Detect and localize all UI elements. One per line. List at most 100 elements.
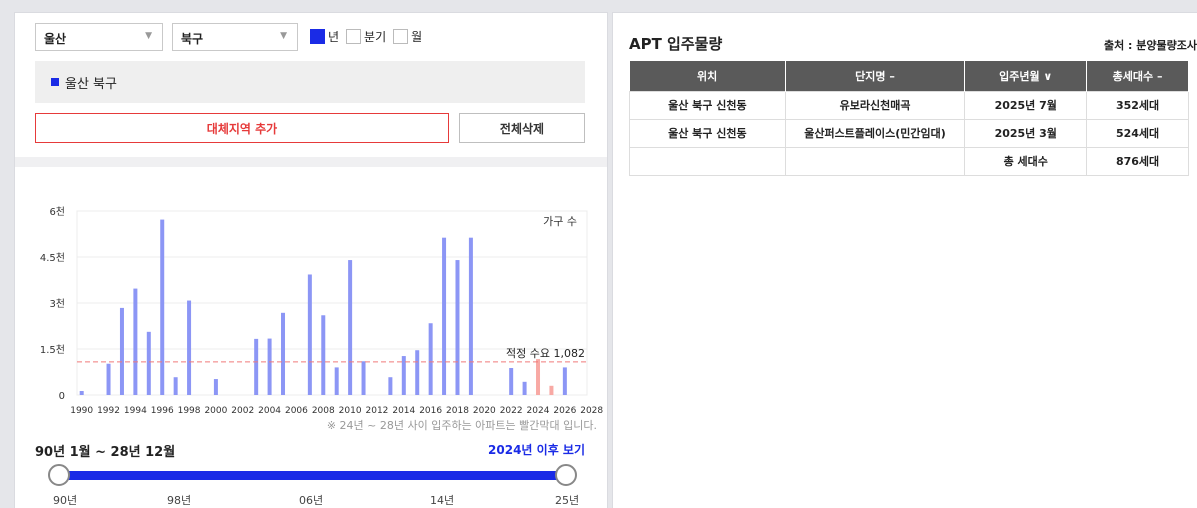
y-tick-label: 3천 xyxy=(49,298,65,310)
period-month-label: 월 xyxy=(411,30,423,44)
x-tick-label: 2016 xyxy=(419,406,442,415)
slider-label: 06년 xyxy=(299,494,324,507)
x-tick-label: 2018 xyxy=(446,406,469,415)
bar-2016 xyxy=(428,323,433,395)
cell-location: 울산 북구 신천동 xyxy=(629,118,786,148)
x-tick-label: 2010 xyxy=(339,406,362,415)
delete-all-button[interactable]: 전체삭제 xyxy=(459,113,585,143)
x-tick-label: 2000 xyxy=(204,406,227,415)
x-tick-label: 1990 xyxy=(70,406,93,415)
region-color-marker xyxy=(51,78,59,86)
column-header-move-in-date[interactable]: 입주년월 ∨ xyxy=(964,61,1088,91)
range-slider-end-handle[interactable] xyxy=(555,464,577,486)
bar-2015 xyxy=(415,350,420,395)
cell-empty xyxy=(629,146,786,176)
cell-location: 울산 북구 신천동 xyxy=(629,90,786,120)
bar-2008 xyxy=(321,315,326,395)
reference-label: 적정 수요 1,082 xyxy=(506,347,585,360)
bar-2011 xyxy=(361,361,366,395)
bar-2010 xyxy=(348,260,353,395)
cell-complex-name: 유보라신천매곡 xyxy=(784,90,966,120)
bar-2025 xyxy=(549,385,554,395)
move-in-table: 위치 단지명 – 입주년월 ∨ 총세대수 – 울산 북구 신천동 유보라신천매곡… xyxy=(629,61,1189,176)
section-divider xyxy=(15,157,607,167)
x-tick-label: 2004 xyxy=(258,406,281,415)
district-select-value: 북구 xyxy=(181,32,204,46)
right-panel: APT 입주물량 출처 : 분양물량조사 위치 단지명 – 입주년월 ∨ 총세대… xyxy=(612,12,1197,508)
slider-label: 90년 xyxy=(53,494,78,507)
x-tick-label: 2022 xyxy=(500,406,523,415)
x-tick-label: 1996 xyxy=(151,406,174,415)
x-tick-label: 2024 xyxy=(527,406,550,415)
bar-1996 xyxy=(160,219,165,395)
x-tick-label: 2026 xyxy=(553,406,576,415)
move-in-volume-chart: 0 1.5천 3천 4.5천 6천적정 수요 1,082 가구 수 1990 1992 1994… xyxy=(40,206,604,415)
period-quarter-label: 분기 xyxy=(364,30,387,44)
total-label: 총 세대수 xyxy=(964,146,1088,176)
x-tick-label: 2012 xyxy=(366,406,389,415)
bar-2013 xyxy=(388,377,393,395)
slider-label: 14년 xyxy=(430,494,455,507)
bar-2024 xyxy=(536,359,541,395)
city-select[interactable]: 울산 ▼ xyxy=(35,23,163,51)
region-item[interactable]: 울산 북구 xyxy=(65,73,117,92)
add-region-button[interactable]: 대체지역 추가 xyxy=(35,113,449,143)
bar-1990 xyxy=(79,391,84,395)
table-row[interactable]: 울산 북구 신천동 유보라신천매곡 2025년 7월 352세대 xyxy=(629,90,1189,120)
y-tick-label: 6천 xyxy=(49,206,65,218)
total-value: 876세대 xyxy=(1086,146,1189,176)
period-month-checkbox[interactable] xyxy=(393,29,409,44)
chart-note: ※ 24년 ~ 28년 사이 입주하는 아파트는 빨간막대 입니다. xyxy=(326,419,597,432)
period-year-checkbox[interactable] xyxy=(310,29,325,44)
column-header-total-units[interactable]: 총세대수 – xyxy=(1086,61,1189,91)
cell-empty xyxy=(784,146,966,176)
chevron-down-icon: ▼ xyxy=(145,31,152,41)
table-header-row: 위치 단지명 – 입주년월 ∨ 총세대수 – xyxy=(629,61,1189,91)
panel-title: APT 입주물량 xyxy=(629,35,723,53)
x-tick-label: 1994 xyxy=(124,406,147,415)
y-tick-label: 0 xyxy=(59,391,65,402)
column-header-location[interactable]: 위치 xyxy=(629,61,786,91)
date-range-label: 90년 1월 ~ 28년 12월 xyxy=(35,445,176,460)
bar-2004 xyxy=(267,338,272,395)
chevron-down-icon: ▼ xyxy=(280,31,287,41)
y-tick-label: 4.5천 xyxy=(40,252,65,264)
period-options: 년 분기 월 xyxy=(310,28,429,45)
bar-1992 xyxy=(106,363,111,395)
bar-2009 xyxy=(334,367,339,395)
left-panel: 울산 ▼ 북구 ▼ 년 분기 월 울산 북구 대체지역 추가 전체삭제 0 1.5… xyxy=(14,12,608,508)
cell-complex-name: 울산퍼스트플레이스(민간임대) xyxy=(784,118,966,148)
column-header-complex-name[interactable]: 단지명 – xyxy=(785,61,966,91)
x-tick-label: 2002 xyxy=(231,406,254,415)
bar-2007 xyxy=(307,274,312,395)
table-total-row: 총 세대수 876세대 xyxy=(629,146,1189,176)
cell-move-in-date: 2025년 3월 xyxy=(964,118,1088,148)
bar-2017 xyxy=(442,237,447,395)
bar-1995 xyxy=(146,331,151,395)
y-tick-label: 1.5천 xyxy=(40,344,65,356)
bar-2023 xyxy=(522,381,527,395)
bar-2026 xyxy=(562,367,567,395)
bar-2000 xyxy=(213,379,218,395)
cell-total-units: 352세대 xyxy=(1086,90,1189,120)
period-quarter-checkbox[interactable] xyxy=(346,29,362,44)
x-tick-label: 2014 xyxy=(392,406,415,415)
selected-regions: 울산 북구 xyxy=(35,61,585,103)
bar-2003 xyxy=(254,338,259,395)
bar-1994 xyxy=(133,288,138,395)
slider-label: 98년 xyxy=(167,494,192,507)
range-slider-start-handle[interactable] xyxy=(48,464,70,486)
city-select-value: 울산 xyxy=(44,32,67,46)
range-slider-track[interactable] xyxy=(60,471,566,480)
district-select[interactable]: 북구 ▼ xyxy=(172,23,298,51)
bar-2022 xyxy=(509,368,514,395)
table-row[interactable]: 울산 북구 신천동 울산퍼스트플레이스(민간임대) 2025년 3월 524세대 xyxy=(629,118,1189,148)
bar-2005 xyxy=(281,312,286,395)
x-tick-label: 1992 xyxy=(97,406,120,415)
view-after-2024-link[interactable]: 2024년 이후 보기 xyxy=(488,441,585,458)
x-tick-label: 1998 xyxy=(178,406,201,415)
bar-1993 xyxy=(119,307,124,395)
x-tick-label: 2028 xyxy=(580,406,603,415)
bar-1998 xyxy=(187,300,192,395)
x-tick-label: 2008 xyxy=(312,406,335,415)
